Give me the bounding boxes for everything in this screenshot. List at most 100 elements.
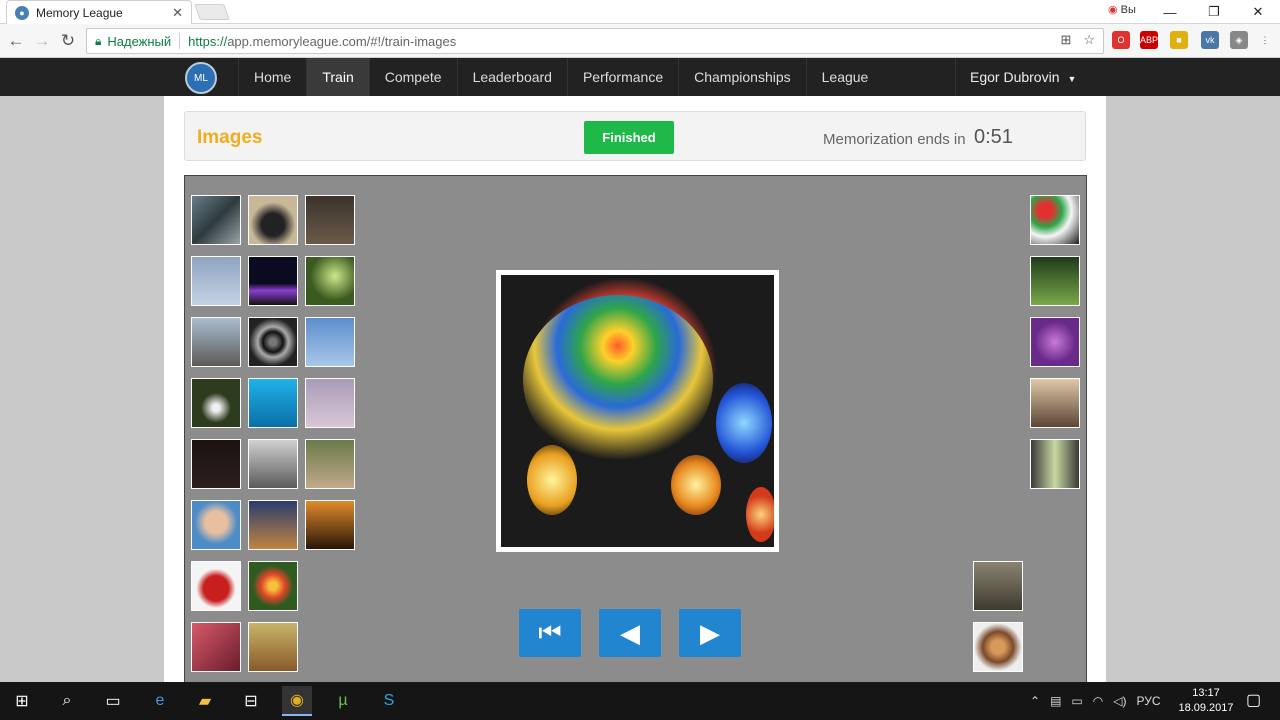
battery-icon[interactable]: ▭: [1071, 694, 1082, 708]
finished-button[interactable]: Finished: [584, 121, 674, 154]
image-thumb[interactable]: [248, 622, 298, 672]
image-thumb[interactable]: [248, 195, 298, 245]
image-thumb[interactable]: [191, 622, 241, 672]
image-thumb[interactable]: [191, 378, 241, 428]
reload-icon[interactable]: ↻: [58, 31, 78, 51]
train-header: Images Finished Memorization ends in 0:5…: [184, 111, 1086, 161]
image-thumb[interactable]: [248, 561, 298, 611]
opera-extension-icon[interactable]: O: [1112, 31, 1130, 49]
chevron-down-icon: ▼: [1067, 74, 1077, 84]
image-thumb[interactable]: [191, 439, 241, 489]
lamp-shape: [716, 383, 772, 463]
window-maximize-button[interactable]: ❐: [1192, 4, 1236, 20]
translate-icon[interactable]: ⊞: [1060, 32, 1071, 48]
lamp-shape: [746, 487, 774, 542]
lamp-shape: [671, 455, 721, 515]
skype-icon[interactable]: S: [374, 686, 404, 716]
url-path: app.memoryleague.com/#!/train-images: [227, 33, 457, 49]
opera-icon: ◉: [1108, 4, 1118, 16]
nav-championships[interactable]: Championships: [678, 58, 806, 96]
chrome-icon[interactable]: ◉: [282, 686, 312, 716]
arrow-left-icon: ◀: [620, 617, 640, 648]
profile-label: Вы: [1120, 4, 1136, 16]
forward-icon[interactable]: →: [32, 31, 52, 51]
address-divider: [179, 33, 181, 49]
timer-value: 0:51: [974, 126, 1013, 148]
profile-indicator[interactable]: ◉ Вы: [1108, 3, 1136, 16]
image-thumb[interactable]: [1030, 439, 1080, 489]
image-thumb[interactable]: [305, 195, 355, 245]
skip-back-icon: ⏮: [538, 617, 562, 647]
image-thumb[interactable]: [248, 378, 298, 428]
previous-image-button[interactable]: ◀: [599, 609, 661, 657]
image-thumb[interactable]: [305, 256, 355, 306]
image-thumb[interactable]: [1030, 378, 1080, 428]
image-thumb[interactable]: [248, 439, 298, 489]
image-thumb[interactable]: [191, 195, 241, 245]
tab-close-icon[interactable]: ✕: [172, 5, 183, 21]
language-indicator[interactable]: РУС: [1136, 694, 1160, 708]
image-thumb[interactable]: [305, 500, 355, 550]
network-icon[interactable]: ▤: [1050, 694, 1061, 708]
new-tab-button[interactable]: [194, 4, 230, 20]
windows-start-icon[interactable]: ⊞: [7, 686, 37, 716]
image-thumb[interactable]: [1030, 195, 1080, 245]
url-protocol: https://: [188, 33, 228, 49]
browser-tabstrip: ● Memory League ✕ ◉ Вы — ❐ ✕: [0, 0, 1280, 24]
memory-league-logo[interactable]: ML: [185, 62, 217, 94]
timer-label: Memorization ends in: [823, 131, 966, 148]
task-view-icon[interactable]: ▭: [98, 686, 128, 716]
nav-train[interactable]: Train: [306, 58, 369, 96]
secure-label: Надежный: [107, 33, 172, 49]
vk-extension-icon[interactable]: vk: [1201, 31, 1219, 49]
image-thumb[interactable]: [248, 256, 298, 306]
image-thumb[interactable]: [1030, 256, 1080, 306]
image-thumb[interactable]: [305, 378, 355, 428]
image-thumb[interactable]: [1030, 317, 1080, 367]
address-bar[interactable]: 🔒︎ Надежный https:// app.memoryleague.co…: [86, 28, 1104, 54]
image-thumb[interactable]: [248, 317, 298, 367]
window-close-button[interactable]: ✕: [1236, 4, 1280, 20]
image-thumb[interactable]: [305, 317, 355, 367]
lamp-shape: [527, 445, 577, 515]
nav-home[interactable]: Home: [238, 58, 306, 96]
bookmark-extension-icon[interactable]: ■: [1170, 31, 1188, 49]
menu-icon[interactable]: ⋮: [1256, 31, 1274, 49]
nav-leaderboard[interactable]: Leaderboard: [456, 58, 567, 96]
search-icon[interactable]: ⌕: [52, 686, 82, 716]
utorrent-icon[interactable]: µ: [328, 686, 358, 716]
user-name: Egor Dubrovin: [970, 69, 1060, 85]
notification-icon[interactable]: ▢: [1246, 690, 1261, 710]
wifi-icon[interactable]: ◠: [1093, 694, 1103, 708]
site-nav-items: Home Train Compete Leaderboard Performan…: [238, 58, 883, 96]
image-thumb[interactable]: [248, 500, 298, 550]
volume-icon[interactable]: ◁): [1113, 694, 1126, 708]
window-minimize-button[interactable]: —: [1148, 5, 1192, 20]
lock-icon: 🔒︎: [95, 33, 102, 48]
taskbar-clock[interactable]: 13:17 18.09.2017: [1178, 686, 1234, 716]
image-thumb[interactable]: [191, 561, 241, 611]
image-thumb[interactable]: [191, 500, 241, 550]
image-thumb[interactable]: [191, 256, 241, 306]
chevron-up-icon[interactable]: ⌃: [1030, 694, 1040, 708]
extension-icon[interactable]: ◈: [1230, 31, 1248, 49]
adblock-extension-icon[interactable]: ABP: [1140, 31, 1158, 49]
first-image-button[interactable]: ⏮: [519, 609, 581, 657]
image-thumb[interactable]: [973, 561, 1023, 611]
nav-league[interactable]: League: [805, 58, 884, 96]
bookmark-star-icon[interactable]: ☆: [1083, 32, 1095, 48]
image-thumb[interactable]: [305, 439, 355, 489]
image-thumb[interactable]: [191, 317, 241, 367]
user-menu[interactable]: Egor Dubrovin ▼: [955, 58, 1090, 96]
clock-date: 18.09.2017: [1178, 702, 1234, 714]
browser-tab[interactable]: ● Memory League ✕: [6, 0, 192, 24]
back-icon[interactable]: ←: [6, 31, 26, 51]
edge-icon[interactable]: e: [145, 686, 175, 716]
image-thumb[interactable]: [973, 622, 1023, 672]
nav-compete[interactable]: Compete: [368, 58, 457, 96]
file-explorer-icon[interactable]: ▰: [190, 686, 220, 716]
browser-toolbar: ← → ↻ 🔒︎ Надежный https:// app.memorylea…: [0, 24, 1280, 58]
nav-performance[interactable]: Performance: [566, 58, 678, 96]
next-image-button[interactable]: ▶: [679, 609, 741, 657]
store-icon[interactable]: ⊟: [236, 686, 266, 716]
